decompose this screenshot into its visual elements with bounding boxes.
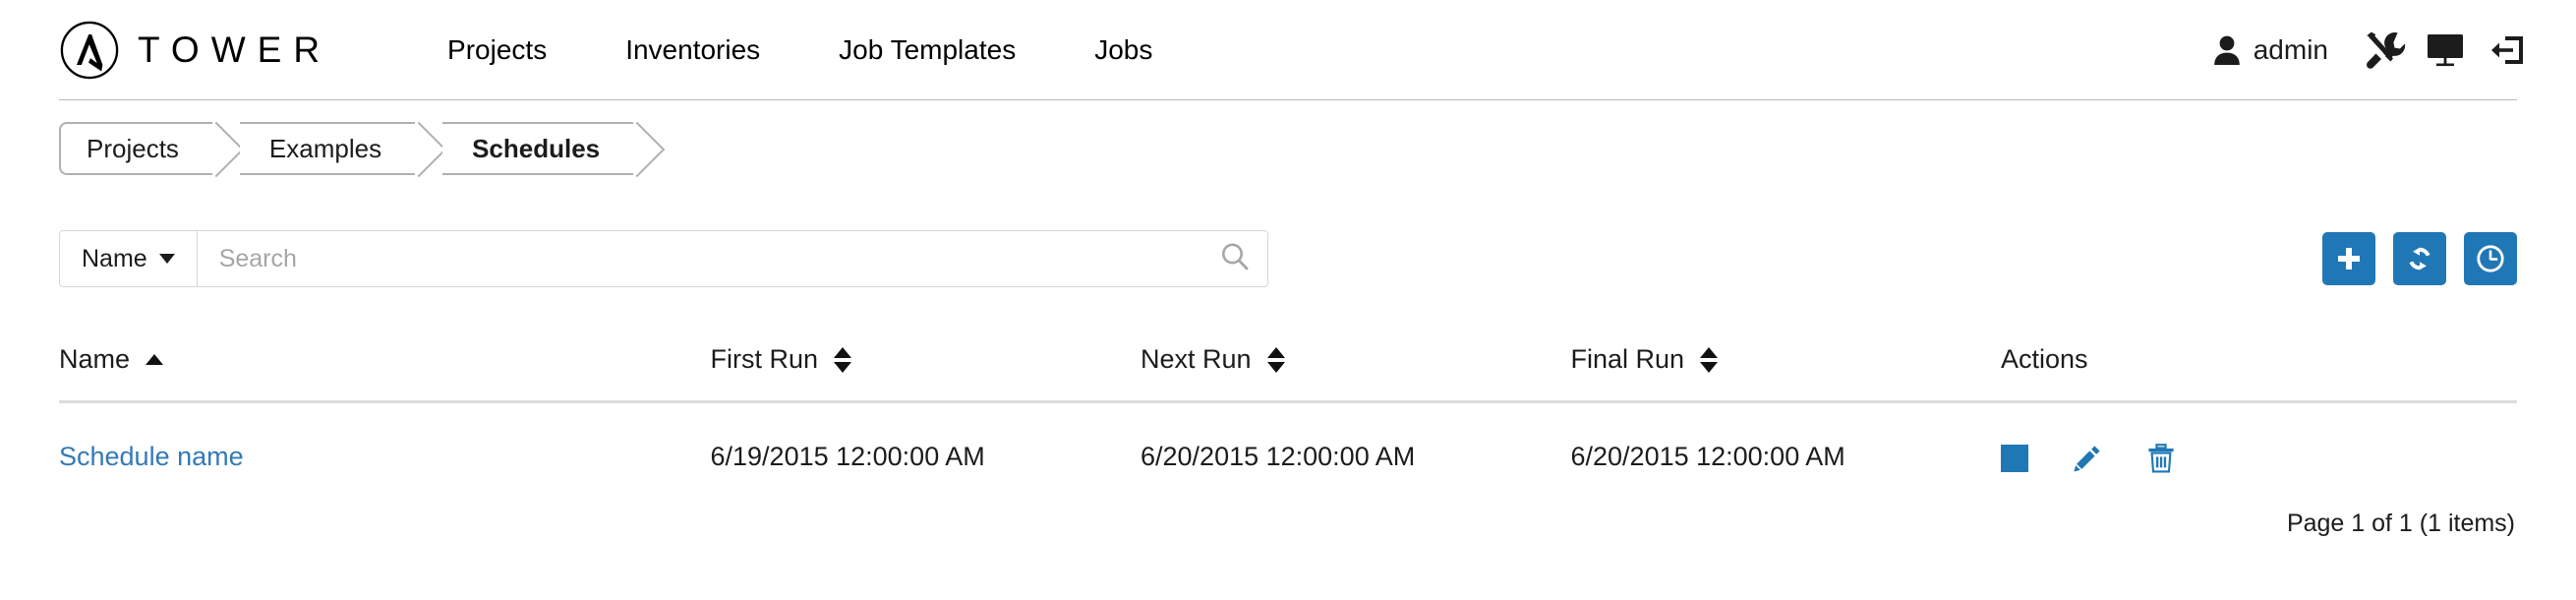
column-label: Next Run [1141, 344, 1252, 374]
edit-action[interactable] [2072, 443, 2103, 474]
stop-square-icon [2001, 445, 2028, 472]
user-icon [2212, 34, 2254, 66]
nav-item-job-templates[interactable]: Job Templates [799, 25, 1055, 76]
logout-button[interactable] [2476, 25, 2537, 76]
brand-name: TOWER [138, 30, 332, 70]
table-header: Name First Run Next Run Final Run Action… [59, 344, 2517, 403]
column-header-first-run[interactable]: First Run [710, 344, 1141, 403]
nav-item-jobs[interactable]: Jobs [1055, 25, 1192, 76]
search-key-dropdown[interactable]: Name [60, 231, 198, 286]
search-group: Name [59, 230, 1268, 287]
header-right-actions: admin [2212, 25, 2537, 76]
table-row: Schedule name 6/19/2015 12:00:00 AM 6/20… [59, 402, 2517, 475]
nav-item-projects[interactable]: Projects [408, 25, 586, 76]
breadcrumb: Projects Examples Schedules [59, 122, 661, 175]
schedules-table: Name First Run Next Run Final Run Action… [59, 344, 2517, 474]
search-toolbar: Name [59, 230, 2517, 287]
clock-icon [2475, 243, 2506, 274]
column-header-actions: Actions [2001, 344, 2517, 403]
breadcrumb-separator-icon [212, 122, 240, 175]
breadcrumb-label: Examples [268, 133, 382, 163]
pencil-icon [2072, 443, 2103, 474]
monitor-screen-icon [2425, 30, 2466, 70]
cell-final-run: 6/20/2015 12:00:00 AM [1570, 441, 1845, 471]
search-input[interactable] [197, 231, 1202, 286]
sort-toggle-icon[interactable] [1700, 346, 1719, 373]
main-nav: Projects Inventories Job Templates Jobs [408, 25, 1192, 76]
row-actions [2001, 439, 2517, 474]
settings-button[interactable] [2354, 25, 2415, 76]
refresh-button[interactable] [2393, 232, 2446, 285]
cell-actions [2001, 402, 2517, 475]
pagination-status: Page 1 of 1 (1 items) [2286, 510, 2515, 537]
plus-icon [2334, 244, 2364, 273]
brand-logo[interactable]: TOWER [59, 20, 331, 81]
toggle-stop-action[interactable] [2001, 445, 2028, 472]
refresh-icon [2405, 244, 2434, 273]
column-header-name[interactable]: Name [59, 344, 711, 403]
app-header: TOWER Projects Inventories Job Templates… [0, 0, 2576, 100]
table-header-row: Name First Run Next Run Final Run Action… [59, 344, 2517, 403]
search-submit-button[interactable] [1202, 231, 1267, 286]
ansible-tower-logo-icon [59, 20, 120, 81]
column-header-next-run[interactable]: Next Run [1141, 344, 1571, 403]
column-label: Name [59, 344, 131, 374]
table-body: Schedule name 6/19/2015 12:00:00 AM 6/20… [59, 402, 2517, 475]
column-header-final-run[interactable]: Final Run [1570, 344, 2001, 403]
column-label: Final Run [1570, 344, 1685, 374]
sort-asc-icon[interactable] [146, 354, 164, 365]
cell-first-run: 6/19/2015 12:00:00 AM [710, 441, 985, 471]
schedule-button[interactable] [2464, 232, 2517, 285]
trash-icon [2146, 443, 2176, 474]
delete-action[interactable] [2146, 443, 2176, 474]
search-icon [1218, 240, 1252, 278]
breadcrumb-item-examples[interactable]: Examples [239, 122, 416, 175]
settings-tools-icon [2364, 30, 2405, 71]
breadcrumb-item-schedules: Schedules [442, 122, 634, 175]
column-label: First Run [710, 344, 819, 374]
breadcrumb-separator-icon [415, 122, 442, 175]
add-button[interactable] [2322, 232, 2375, 285]
current-user[interactable]: admin [2212, 34, 2328, 66]
chevron-down-icon [158, 254, 175, 264]
breadcrumb-separator-icon [633, 122, 661, 175]
sort-toggle-icon[interactable] [834, 346, 852, 373]
toolbar-actions [2322, 232, 2517, 285]
breadcrumb-label: Schedules [472, 133, 601, 163]
breadcrumb-label: Projects [87, 133, 179, 163]
cell-next-run: 6/20/2015 12:00:00 AM [1141, 441, 1416, 471]
schedule-name-link[interactable]: Schedule name [59, 442, 244, 471]
sort-toggle-icon[interactable] [1266, 346, 1285, 373]
search-key-label: Name [82, 244, 147, 272]
nav-item-inventories[interactable]: Inventories [586, 25, 799, 76]
logout-icon [2486, 30, 2527, 70]
monitor-button[interactable] [2415, 25, 2476, 76]
cell-name: Schedule name [59, 402, 711, 475]
column-label: Actions [2001, 344, 2088, 374]
current-user-name: admin [2253, 34, 2328, 65]
